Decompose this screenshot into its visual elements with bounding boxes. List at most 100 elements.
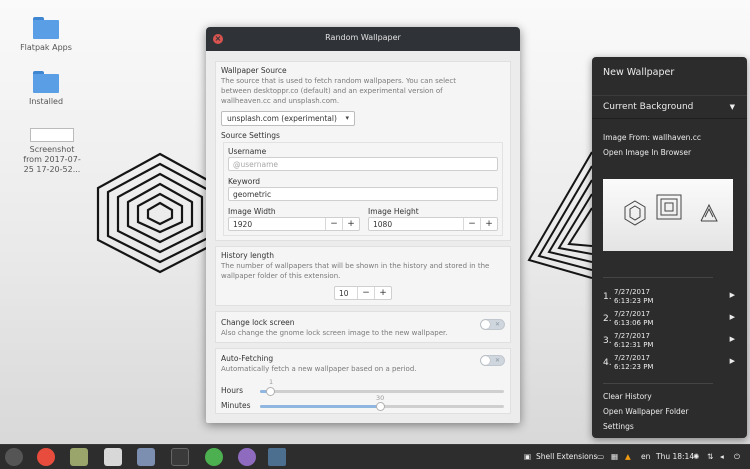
history-item-time: 6:13:06 PM (614, 319, 654, 327)
chat-tray-icon[interactable]: ▭ (597, 452, 604, 461)
username-placeholder: @username (233, 160, 278, 169)
clear-history-item[interactable]: Clear History (603, 392, 652, 401)
dialog-titlebar: × Random Wallpaper (206, 27, 520, 51)
menu-separator (603, 383, 713, 384)
chevron-down-icon: ▼ (729, 103, 735, 111)
settings-app-icon[interactable] (268, 448, 286, 466)
shell-extensions-icon[interactable]: ▣ (524, 452, 531, 461)
history-length-decrement-button[interactable]: − (357, 287, 374, 299)
chevron-right-icon: ▶ (729, 291, 735, 299)
new-wallpaper-button[interactable]: New Wallpaper (603, 67, 674, 78)
terminal-icon[interactable] (171, 448, 189, 466)
image-height-label: Image Height (368, 207, 419, 216)
hours-slider-handle[interactable] (265, 387, 275, 396)
taskbar: ▣ Shell Extensions ▭ ▦ ▲ en Thu 18:14 ✺ … (0, 444, 750, 469)
ubuntu-menu-icon[interactable] (5, 448, 23, 466)
desktop-icon-flatpak-apps[interactable]: Flatpak Apps (16, 17, 76, 53)
keyword-input[interactable]: geometric (228, 187, 498, 201)
language-indicator[interactable]: en (641, 452, 650, 461)
history-item-2[interactable]: 2. 7/27/2017 6:13:06 PM ▶ (603, 310, 735, 330)
lock-screen-toggle[interactable]: ✕ (480, 319, 505, 330)
history-item-time: 6:13:23 PM (614, 297, 654, 305)
power-icon[interactable]: ⏻ (734, 452, 740, 462)
history-item-index: 4. (603, 358, 612, 368)
lock-screen-section: Change lock screen Also change the gnome… (215, 311, 511, 343)
history-item-date: 7/27/2017 (614, 332, 650, 340)
chrome-icon[interactable] (205, 448, 223, 466)
wallpaper-source-select[interactable]: unsplash.com (experimental) ▾ (221, 111, 355, 126)
history-item-index: 2. (603, 314, 612, 324)
history-item-index: 1. (603, 292, 612, 302)
minutes-value: 30 (376, 394, 385, 402)
history-item-time: 6:12:23 PM (614, 363, 654, 371)
chat-app-icon[interactable] (238, 448, 256, 466)
chevron-right-icon: ▶ (729, 357, 735, 365)
history-length-section: History length The number of wallpapers … (215, 246, 511, 306)
image-from-label: Image From: wallhaven.cc (603, 133, 702, 142)
desktop-icon-screenshot[interactable]: Screenshot from 2017-07- 25 17-20-52... (22, 128, 82, 175)
vlc-tray-icon[interactable]: ▲ (625, 452, 631, 461)
files-icon[interactable] (70, 448, 88, 466)
image-height-increment-button[interactable]: + (480, 218, 497, 230)
source-settings-panel: Username @username Keyword geometric Ima… (223, 142, 503, 236)
random-wallpaper-settings-dialog: × Random Wallpaper Wallpaper Source The … (206, 27, 520, 423)
open-image-in-browser-item[interactable]: Open Image In Browser (603, 148, 691, 157)
username-label: Username (228, 147, 267, 156)
history-item-date: 7/27/2017 (614, 354, 650, 362)
history-item-date: 7/27/2017 (614, 288, 650, 296)
history-item-4[interactable]: 4. 7/27/2017 6:12:23 PM ▶ (603, 354, 735, 374)
wallpaper-source-description: The source that is used to fetch random … (221, 77, 456, 105)
history-item-3[interactable]: 3. 7/27/2017 6:12:31 PM ▶ (603, 332, 735, 352)
desktop-icon-label: Flatpak Apps (20, 43, 72, 52)
dialog-title: Random Wallpaper (325, 33, 401, 42)
folder-icon (33, 17, 59, 39)
hours-slider[interactable] (260, 387, 504, 396)
network-icon[interactable]: ⇅ (707, 452, 713, 461)
history-item-date: 7/27/2017 (614, 310, 650, 318)
toggle-off-icon: ✕ (494, 321, 500, 328)
clock[interactable]: Thu 18:14 (656, 452, 694, 461)
username-input[interactable]: @username (228, 157, 498, 171)
desktop-icon-label: from 2017-07- (23, 155, 81, 164)
volume-icon[interactable]: ◂ (720, 452, 724, 461)
image-width-stepper[interactable]: 1920 − + (228, 217, 360, 231)
image-width-increment-button[interactable]: + (342, 218, 359, 230)
image-tray-icon[interactable]: ▦ (611, 452, 618, 461)
auto-fetching-toggle[interactable]: ✕ (480, 355, 505, 366)
minutes-slider-handle[interactable] (375, 402, 385, 411)
image-height-decrement-button[interactable]: − (463, 218, 480, 230)
history-length-value: 10 (339, 289, 349, 298)
history-length-description: The number of wallpapers that will be sh… (221, 262, 490, 280)
current-background-label: Current Background (603, 102, 694, 112)
folder-icon (33, 71, 59, 93)
hours-value: 1 (269, 378, 274, 386)
auto-fetching-section: Auto-Fetching Automatically fetch a new … (215, 348, 511, 414)
settings-item[interactable]: Settings (603, 422, 634, 431)
browser-icon[interactable] (37, 448, 55, 466)
shell-extensions-label[interactable]: Shell Extensions (536, 452, 597, 461)
image-width-decrement-button[interactable]: − (325, 218, 342, 230)
chevron-right-icon: ▶ (729, 313, 735, 321)
wallpaper-source-selected: unsplash.com (experimental) (227, 114, 337, 123)
wallpaper-source-section: Wallpaper Source The source that is used… (215, 61, 511, 241)
software-center-icon[interactable] (104, 448, 122, 466)
desktop-icon-label: 25 17-20-52... (23, 165, 81, 174)
minutes-slider[interactable] (260, 402, 504, 411)
history-length-stepper[interactable]: 10 − + (334, 286, 392, 300)
open-wallpaper-folder-item[interactable]: Open Wallpaper Folder (603, 407, 689, 416)
wallpaper-preview-image (603, 179, 733, 251)
desktop-icon-label: Screenshot (29, 145, 75, 154)
wallpaper-triangle-art (527, 151, 592, 279)
hours-label: Hours (221, 386, 243, 395)
image-height-stepper[interactable]: 1080 − + (368, 217, 498, 231)
history-length-increment-button[interactable]: + (374, 287, 391, 299)
preview-shapes-icon (624, 194, 718, 226)
history-item-1[interactable]: 1. 7/27/2017 6:13:23 PM ▶ (603, 288, 735, 308)
brightness-icon[interactable]: ✺ (693, 452, 699, 461)
desktop-icon-installed[interactable]: Installed (16, 71, 76, 107)
minutes-slider-fill (260, 405, 380, 408)
history-item-time: 6:12:31 PM (614, 341, 654, 349)
menu-separator (603, 277, 713, 278)
mail-icon[interactable] (137, 448, 155, 466)
current-background-submenu[interactable]: Current Background ▼ (592, 95, 747, 119)
